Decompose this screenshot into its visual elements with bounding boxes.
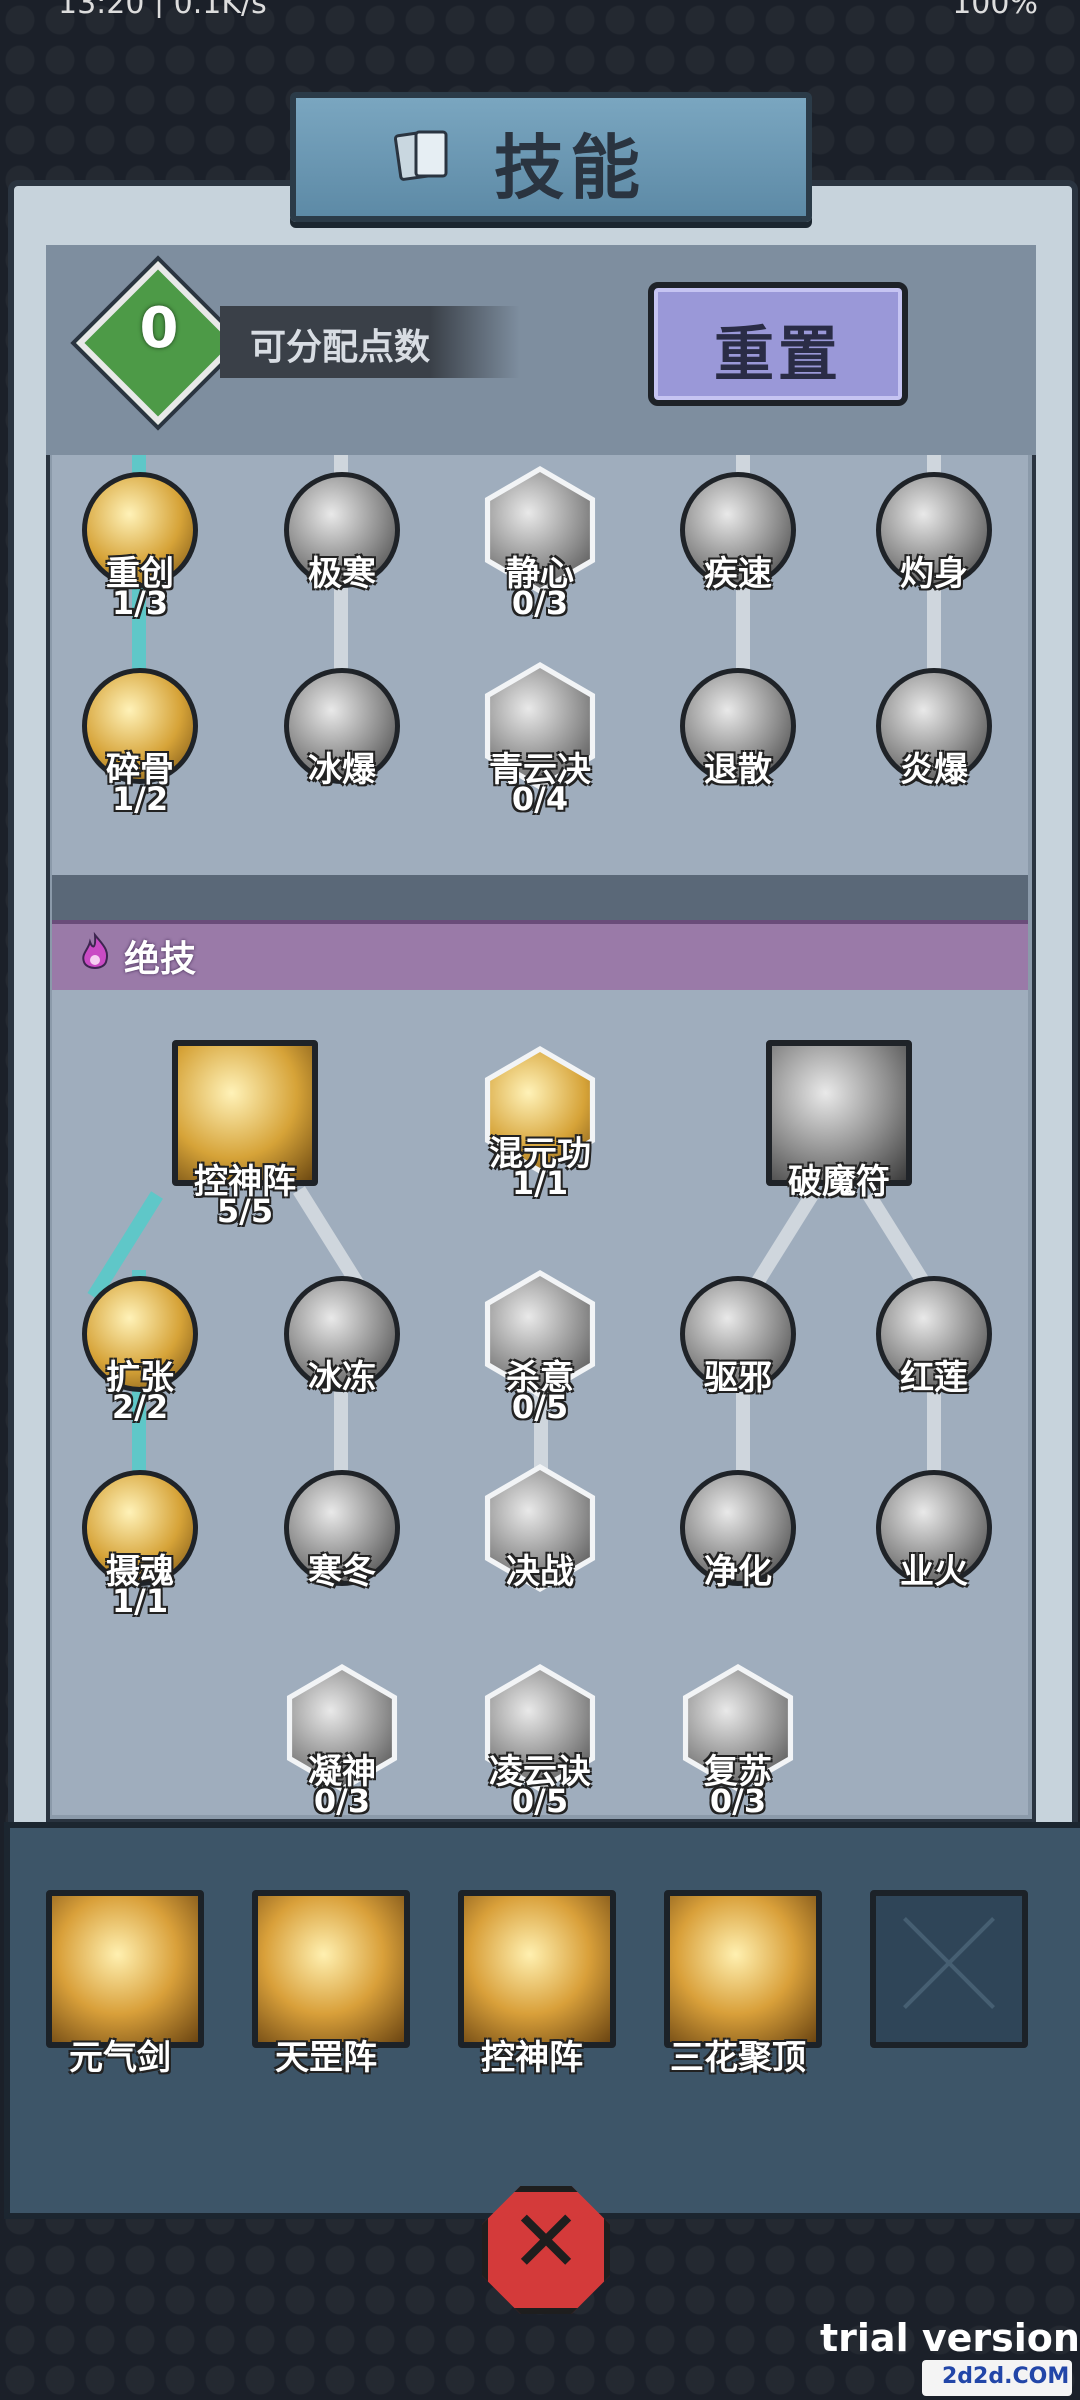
status-bar: 13:20 | 0.1K/s 100% [0,0,1080,18]
reset-button[interactable]: 重置 [648,282,908,406]
skill-level: 1/1 [511,1164,569,1202]
skill-node[interactable]: 复苏 0/3 [680,1664,796,1820]
skill-name: 疾速 [704,554,772,594]
flame-icon [82,932,108,969]
skill-name: 退散 [704,750,772,790]
title-banner: 技能 [290,92,812,222]
skill-node[interactable]: 退散 [680,668,796,790]
skill-name: 驱邪 [704,1358,772,1398]
skill-node[interactable]: 凝神 0/3 [284,1664,400,1820]
skill-name: 灼身 [900,554,968,594]
skill-name: 决战 [506,1552,574,1592]
book-icon [393,130,448,181]
section-divider [52,875,1028,920]
skill-level: 2/2 [111,1388,169,1426]
close-icon: ✕ [509,2192,583,2292]
skill-name: 业火 [900,1552,968,1592]
skill-node[interactable]: 寒冬 [284,1470,400,1592]
skill-node[interactable]: 疾速 [680,472,796,594]
skill-level: 1/2 [111,780,169,818]
skill-name: 净化 [704,1552,772,1592]
skill-node[interactable]: 凌云诀 0/5 [482,1664,598,1820]
page-title: 技能 [494,127,646,209]
skill-node[interactable]: 静心 0/3 [482,466,598,622]
skill-node[interactable]: 重创 1/3 [82,472,198,622]
skill-node[interactable]: 控神阵 5/5 [172,1040,318,1230]
equipped-slot-label: 元气剑 [69,2038,171,2078]
skill-level: 0/5 [511,1388,569,1426]
skill-node[interactable]: 摄魂 1/1 [82,1470,198,1620]
equipped-slot[interactable] [46,1890,204,2048]
skill-level: 0/3 [709,1782,767,1820]
empty-slot[interactable] [870,1890,1028,2048]
skill-level: 0/3 [511,584,569,622]
equipped-slot-label: 控神阵 [481,2038,583,2078]
skill-level: 1/1 [111,1582,169,1620]
skill-node[interactable]: 净化 [680,1470,796,1592]
skill-name: 冰冻 [308,1358,376,1398]
skill-level: 0/4 [511,780,569,818]
skill-node[interactable]: 扩张 2/2 [82,1276,198,1426]
points-value: 0 [139,296,179,361]
equipped-slot-label: 三花聚顶 [670,2038,806,2078]
skill-name: 红莲 [900,1358,968,1398]
skill-level: 0/5 [511,1782,569,1820]
equipped-slot[interactable] [458,1890,616,2048]
skill-name: 冰爆 [308,750,376,790]
skill-name: 极寒 [308,554,376,594]
skill-node[interactable]: 青云决 0/4 [482,662,598,818]
points-label: 可分配点数 [250,327,431,368]
skill-node[interactable]: 杀意 0/5 [482,1270,598,1426]
status-time: 13:20 | 0.1K/s [58,0,267,18]
skill-level: 5/5 [216,1192,274,1230]
equipped-slot[interactable] [664,1890,822,2048]
skill-node[interactable]: 驱邪 [680,1276,796,1398]
skill-node[interactable]: 业火 [876,1470,992,1592]
skill-node[interactable]: 红莲 [876,1276,992,1398]
skill-name: 寒冬 [308,1552,376,1592]
trial-version-label: trial version [820,2316,1080,2360]
skill-node[interactable]: 碎骨 1/2 [82,668,198,818]
equipped-slot-label: 天罡阵 [275,2038,377,2078]
skill-node[interactable]: 混元功 1/1 [482,1046,598,1202]
skill-name: 炎爆 [900,750,968,790]
skill-node[interactable]: 极寒 [284,472,400,594]
skill-node[interactable]: 冰爆 [284,668,400,790]
skill-node[interactable]: 炎爆 [876,668,992,790]
reset-button-label: 重置 [714,320,842,390]
status-battery: 100% [952,0,1038,18]
equipped-slot[interactable] [252,1890,410,2048]
skill-node[interactable]: 决战 [482,1464,598,1592]
skill-name: 破魔符 [788,1162,890,1202]
skill-node[interactable]: 冰冻 [284,1276,400,1398]
ultimate-section-header [52,920,1028,994]
watermark-text: 2d2d.COM [942,2364,1070,2389]
skill-node[interactable]: 破魔符 [766,1040,912,1202]
skill-level: 0/3 [313,1782,371,1820]
ultimate-section-label: 绝技 [124,939,197,980]
skill-node[interactable]: 灼身 [876,472,992,594]
skill-level: 1/3 [111,584,169,622]
